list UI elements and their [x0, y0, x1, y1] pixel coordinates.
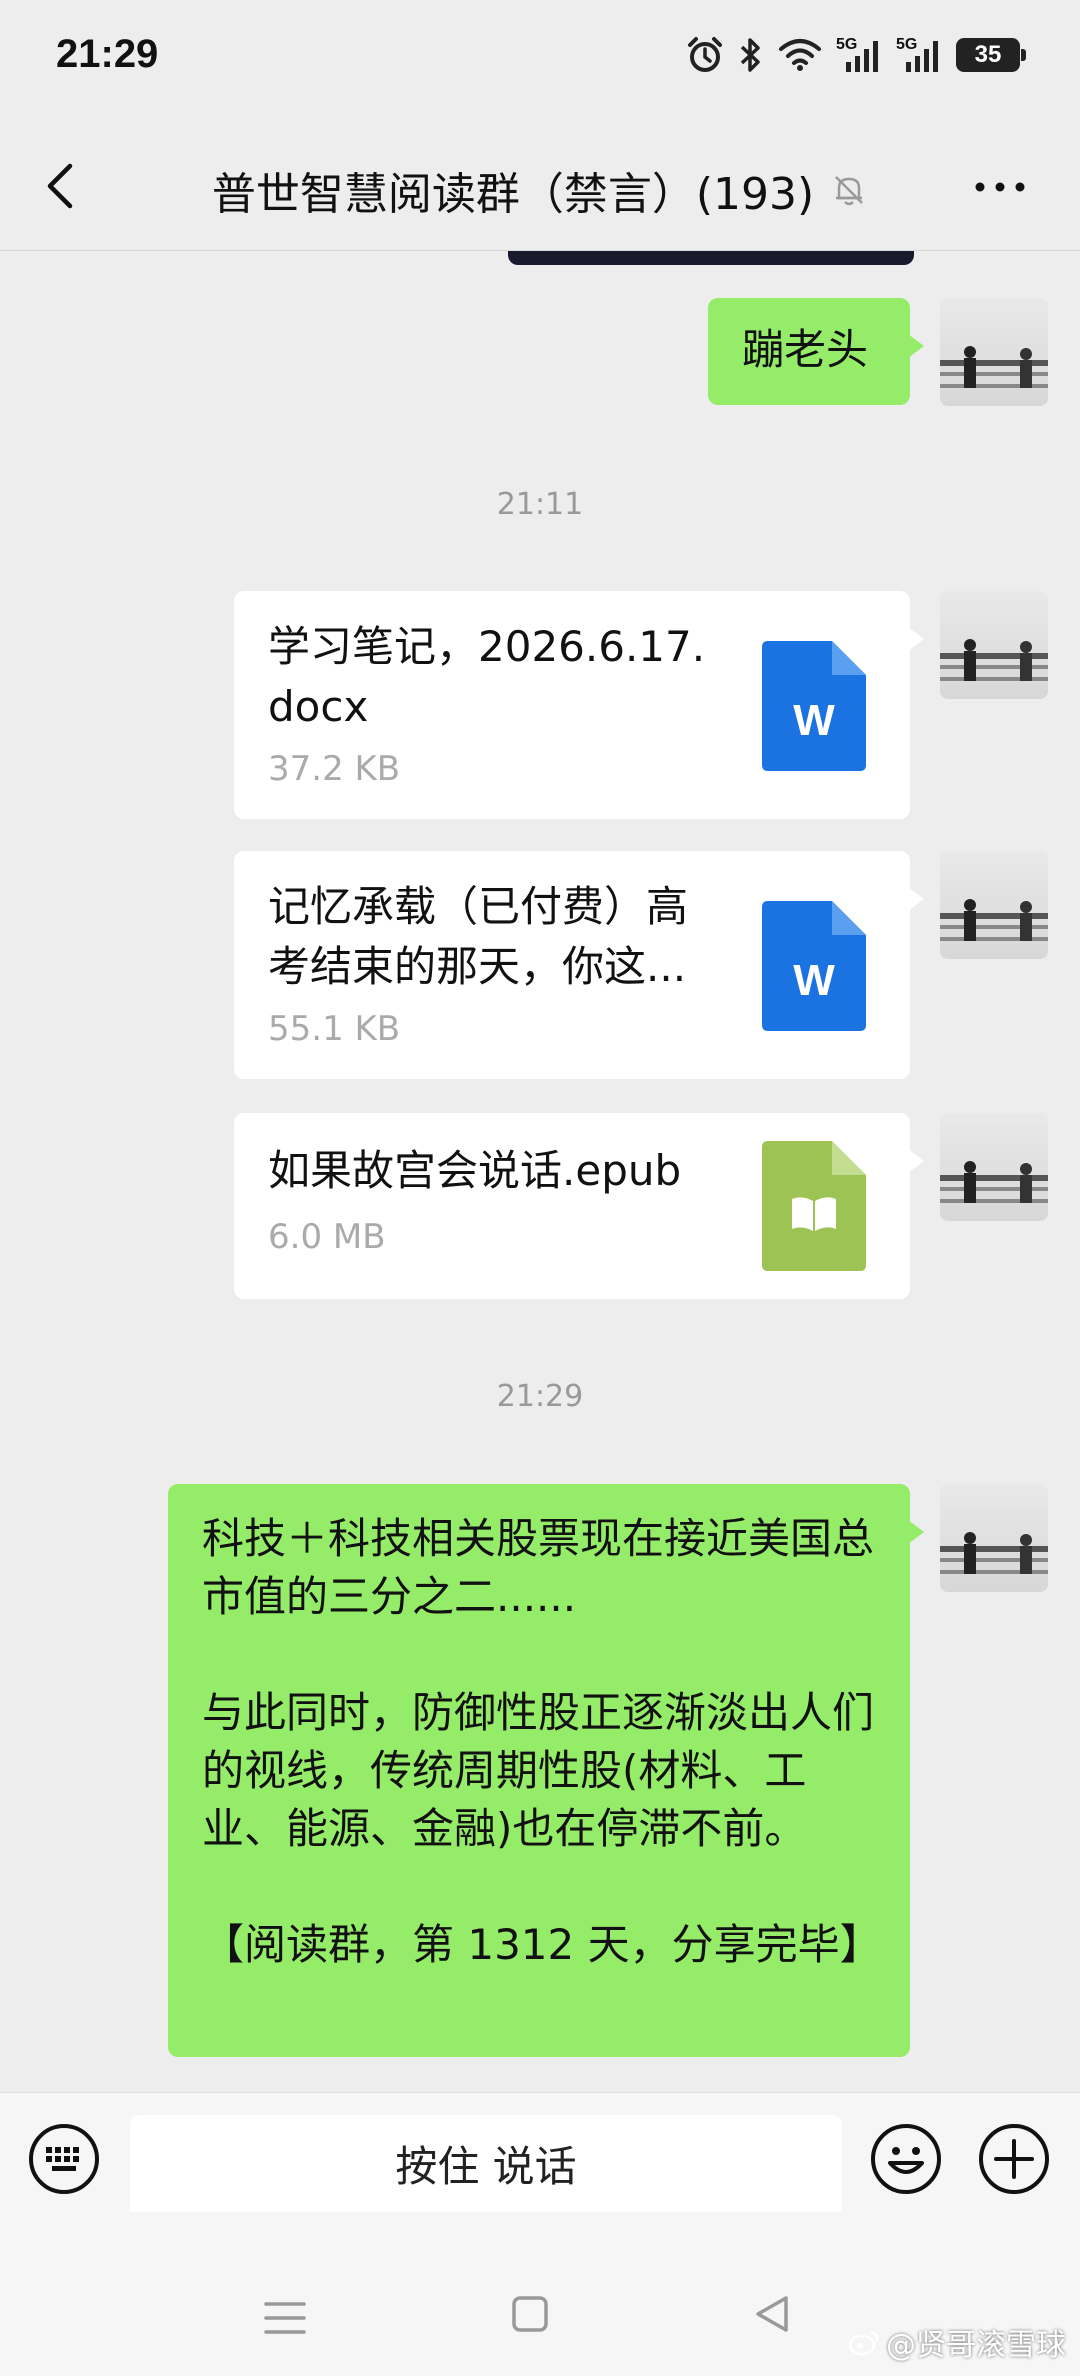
text-message-bubble[interactable]: 蹦老头: [708, 298, 924, 405]
file-message[interactable]: 学习笔记，2026.6.17.docx 37.2 KB W: [234, 591, 924, 819]
status-icons: 5G 5G 35: [686, 36, 1026, 74]
avatar[interactable]: [940, 298, 1048, 406]
word-icon-label: W: [793, 956, 835, 1005]
file-size: 37.2 KB: [268, 749, 401, 789]
hold-to-talk-button[interactable]: 按住 说话: [130, 2115, 842, 2219]
chat-header: 普世智慧阅读群（禁言）(193): [0, 120, 1080, 251]
more-options-button[interactable]: [970, 172, 1030, 202]
word-icon-label: W: [793, 696, 835, 745]
message-text: 蹦老头: [742, 325, 869, 374]
input-bar: 按住 说话: [0, 2092, 1080, 2219]
file-name: 如果故宫会说话.epub: [268, 1146, 682, 1195]
partial-message: [508, 251, 914, 265]
file-size: 55.1 KB: [268, 1009, 401, 1049]
file-name: 记忆承载（已付费）高考结束的那天，你这...: [268, 882, 689, 991]
more-actions-plus-button[interactable]: [978, 2123, 1050, 2195]
bluetooth-icon: [740, 38, 760, 72]
watermark: @贤哥滚雪球: [848, 2320, 1066, 2364]
file-size: 6.0 MB: [268, 1217, 386, 1257]
keyboard-toggle-button[interactable]: [28, 2123, 100, 2195]
timestamp: 21:29: [496, 1379, 584, 1414]
wifi-icon: [779, 39, 821, 71]
file-message[interactable]: 记忆承载（已付费）高考结束的那天，你这... 55.1 KB W: [234, 851, 924, 1079]
recent-apps-icon[interactable]: [260, 2298, 310, 2338]
avatar[interactable]: [940, 591, 1048, 699]
mute-bell-icon: [835, 176, 864, 206]
avatar[interactable]: [940, 1113, 1048, 1221]
timestamp: 21:11: [496, 487, 584, 522]
file-message[interactable]: 如果故宫会说话.epub 6.0 MB: [234, 1113, 924, 1299]
file-name: 学习笔记，2026.6.17.docx: [268, 622, 706, 731]
signal-5g-icon-1: 5G: [836, 36, 882, 74]
avatar[interactable]: [940, 1484, 1048, 1592]
watermark-text: @贤哥滚雪球: [886, 2328, 1066, 2363]
word-doc-icon: W: [762, 641, 866, 771]
signal-5g-icon-2: 5G: [896, 36, 942, 74]
chat-title: 普世智慧阅读群（禁言）(193): [211, 169, 815, 220]
battery-icon: 35: [956, 38, 1026, 72]
message-text: 科技＋科技相关股票现在接近美国总市值的三分之二...... 与此同时，防御性股正…: [202, 1514, 882, 1969]
status-bar: 21:29 5G 5G 35: [0, 0, 1080, 120]
chat-area[interactable]: 蹦老头 21:11 学习笔记，2026.6.17.docx 37.2 KB W: [0, 251, 1080, 2091]
text-message-bubble[interactable]: 科技＋科技相关股票现在接近美国总市值的三分之二...... 与此同时，防御性股正…: [168, 1484, 924, 2057]
alarm-icon: [688, 37, 722, 72]
status-time: 21:29: [56, 32, 159, 76]
system-back-icon[interactable]: [752, 2292, 792, 2336]
avatar[interactable]: [940, 851, 1048, 959]
epub-book-icon: [762, 1141, 866, 1271]
home-icon[interactable]: [510, 2294, 550, 2334]
word-doc-icon: W: [762, 901, 866, 1031]
weibo-logo-icon: [848, 2330, 879, 2356]
emoji-button[interactable]: [870, 2123, 942, 2195]
